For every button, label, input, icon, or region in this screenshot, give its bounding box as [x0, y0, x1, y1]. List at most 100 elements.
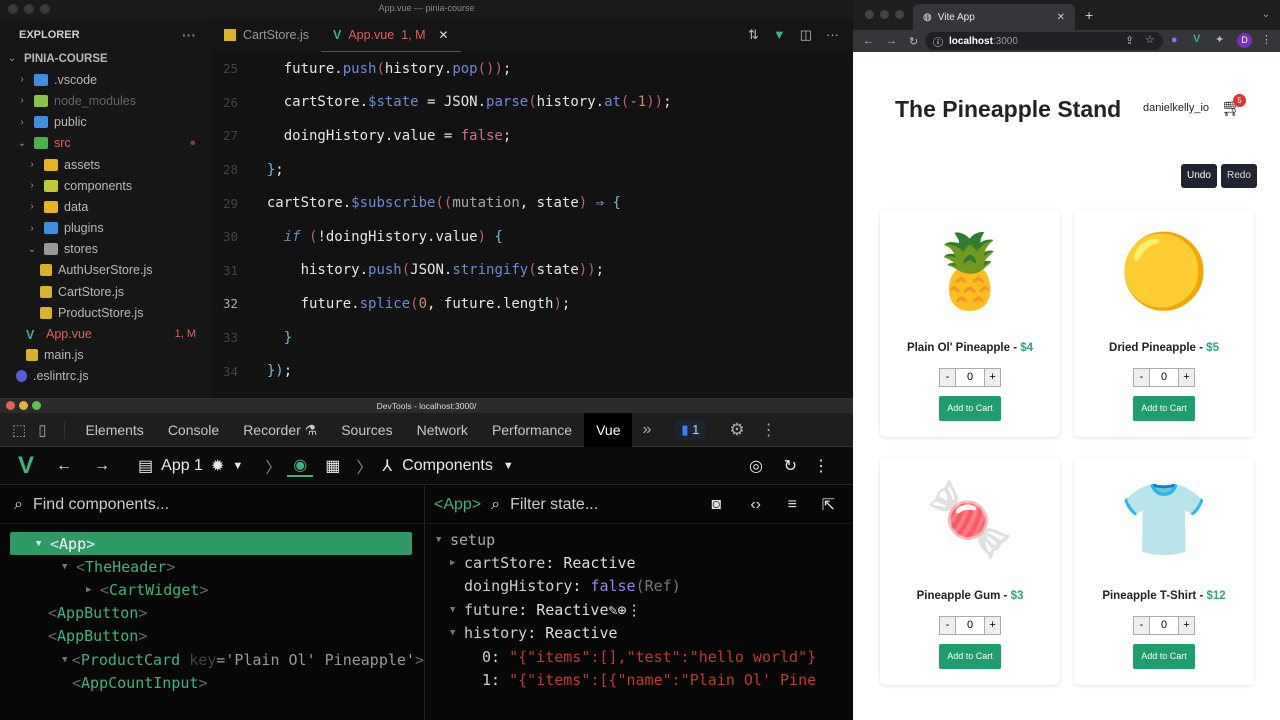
compass-icon[interactable]: ◉ — [287, 455, 314, 477]
browser-menu-icon[interactable]: ⋮ — [1261, 33, 1272, 46]
profile-avatar[interactable]: D — [1237, 33, 1252, 48]
expand-right-icon[interactable]: ▶ — [86, 585, 100, 595]
increment-button[interactable]: + — [1178, 616, 1195, 635]
devtools-tab[interactable]: Network — [405, 413, 480, 447]
component-node[interactable]: ▼ < TheHeader > — [0, 555, 424, 578]
add-to-cart-button[interactable]: Add to Cart — [1133, 644, 1195, 669]
code-line[interactable]: 25 future.push(history.pop()); — [212, 52, 853, 86]
back-arrow-icon[interactable]: ← — [56, 457, 72, 475]
open-external-icon[interactable]: ⇱ — [822, 495, 835, 515]
explorer-item[interactable]: › data — [0, 196, 212, 217]
explorer-item[interactable]: › plugins — [0, 218, 212, 239]
decrement-button[interactable]: - — [939, 368, 956, 387]
explorer-item[interactable]: ⌄ stores — [0, 239, 212, 260]
component-node[interactable]: ▼ < App > — [10, 532, 412, 556]
more-actions-icon[interactable]: ··· — [826, 27, 839, 43]
extension-icon[interactable]: ● — [1171, 34, 1178, 46]
share-icon[interactable]: ⇪ — [1125, 34, 1134, 47]
add-item-icon[interactable]: ⊕ — [618, 601, 627, 619]
code-line[interactable]: 30 if (!doingHistory.value) { — [212, 220, 853, 254]
expand-down-icon[interactable]: ▼ — [62, 562, 76, 572]
decrement-button[interactable]: - — [1133, 368, 1150, 387]
add-to-cart-button[interactable]: Add to Cart — [939, 396, 1001, 421]
inspect-element-icon[interactable]: ⬚ — [0, 421, 34, 439]
more-icon[interactable]: ··· — [182, 27, 196, 43]
quantity-input[interactable]: 0 — [1150, 368, 1178, 387]
collapse-icon[interactable]: ≡ — [788, 496, 797, 514]
kebab-menu-icon[interactable]: ⋮ — [761, 420, 777, 440]
code-line[interactable]: 32 future.splice(0, future.length); — [212, 287, 853, 321]
puzzle-icon[interactable]: ✦ — [1215, 33, 1224, 46]
explorer-item[interactable]: › assets — [0, 154, 212, 175]
reload-icon[interactable]: ↻ — [909, 35, 918, 48]
find-components-input[interactable]: ⌕ Find components... — [0, 486, 424, 524]
project-root[interactable]: ⌄ PINIA-COURSE — [0, 48, 212, 69]
edit-pencil-icon[interactable]: ✎ — [609, 601, 618, 619]
filter-state-bar[interactable]: <App> ⌕ Filter state... ◙ ‹› ≡ ⇱ — [426, 486, 853, 524]
quantity-input[interactable]: 0 — [956, 616, 984, 635]
code-line[interactable]: 29 cartStore.$subscribe((mutation, state… — [212, 186, 853, 220]
explorer-item[interactable]: ⌄ src ● — [0, 133, 212, 154]
close-icon[interactable]: ✕ — [439, 28, 449, 42]
increment-button[interactable]: + — [984, 368, 1001, 387]
history-item[interactable]: 0: "{"items":[],"test":"hello world"} — [436, 645, 853, 668]
explorer-item[interactable]: ProductStore.js — [0, 302, 212, 323]
settings-gear-icon[interactable]: ⚙ — [729, 420, 744, 440]
code-line[interactable]: 33 } — [212, 321, 853, 355]
new-tab-icon[interactable]: + — [1085, 7, 1093, 23]
explorer-item[interactable]: AuthUserStore.js — [0, 260, 212, 281]
code-icon[interactable]: ‹› — [750, 496, 761, 514]
select-component-icon[interactable]: ◎ — [749, 456, 763, 476]
explorer-item[interactable]: .eslintrc.js — [0, 366, 212, 387]
vue-icon[interactable]: ▼ — [773, 27, 786, 43]
back-icon[interactable]: ← — [863, 35, 874, 47]
expand-down-icon[interactable]: ▼ — [36, 539, 50, 549]
refresh-icon[interactable]: ↻ — [784, 456, 797, 476]
increment-button[interactable]: + — [1178, 368, 1195, 387]
bookmark-star-icon[interactable]: ☆ — [1145, 33, 1155, 46]
component-node[interactable]: < AppCountInput > — [0, 671, 424, 694]
explorer-item[interactable]: › public — [0, 112, 212, 133]
device-toggle-icon[interactable]: ▯ — [34, 420, 66, 439]
expand-right-icon[interactable]: ▶ — [450, 558, 464, 568]
decrement-button[interactable]: - — [939, 616, 956, 635]
explorer-item[interactable]: V App.vue 1, M — [0, 323, 212, 344]
code-line[interactable]: 31 history.push(JSON.stringify(state)); — [212, 254, 853, 288]
split-editor-icon[interactable]: ◫ — [800, 27, 812, 43]
redo-button[interactable]: Redo — [1221, 164, 1257, 188]
tab-cartstore[interactable]: CartStore.js — [212, 18, 321, 52]
devtools-tab[interactable]: Sources — [329, 413, 404, 447]
editor[interactable]: CartStore.js V App.vue 1, M ✕ ⇅ ▼ ◫ ··· 25 fut… — [212, 18, 853, 398]
component-node[interactable]: < AppButton > — [0, 625, 424, 648]
devtools-tab[interactable]: Recorder ⚗ — [231, 413, 329, 447]
vue-extension-icon[interactable]: V — [1193, 33, 1200, 45]
history-item[interactable]: 1: "{"items":[{"name":"Plain Ol' Pine — [436, 668, 853, 691]
close-tab-icon[interactable]: ✕ — [1057, 12, 1065, 23]
code-line[interactable]: 27 doingHistory.value = false; — [212, 119, 853, 153]
compare-changes-icon[interactable]: ⇅ — [748, 27, 759, 43]
devtools-tab[interactable]: Vue — [584, 412, 633, 447]
decrement-button[interactable]: - — [1133, 616, 1150, 635]
app-selector[interactable]: ▤ App 1 ✹ ▼ — [138, 456, 243, 476]
more-tabs[interactable]: » — [632, 421, 661, 439]
state-row[interactable]: ▼ future: Reactive ✎ ⊕ ⋮ — [436, 598, 853, 621]
state-row[interactable]: ▼ history: Reactive — [436, 622, 853, 645]
expand-down-icon[interactable]: ▼ — [62, 655, 72, 665]
explorer-item[interactable]: › node_modules — [0, 90, 212, 111]
tab-search-icon[interactable]: ⌄ — [1262, 9, 1270, 20]
add-to-cart-button[interactable]: Add to Cart — [1133, 396, 1195, 421]
code-line[interactable]: 28 }; — [212, 153, 853, 187]
forward-arrow-icon[interactable]: → — [94, 457, 110, 475]
quantity-input[interactable]: 0 — [1150, 616, 1178, 635]
issues-badge[interactable]: ▮ 1 — [675, 419, 706, 440]
eye-icon[interactable]: ◙ — [711, 496, 721, 514]
add-to-cart-button[interactable]: Add to Cart — [939, 644, 1001, 669]
state-row[interactable]: doingHistory: false (Ref) — [436, 575, 853, 598]
explorer-item[interactable]: CartStore.js — [0, 281, 212, 302]
expand-down-icon[interactable]: ▼ — [450, 628, 464, 638]
tab-app-vue[interactable]: V App.vue 1, M ✕ — [321, 18, 461, 52]
more-options-icon[interactable]: ⋮ — [813, 456, 829, 476]
code-line[interactable]: 34 }); — [212, 354, 853, 388]
devtools-tab[interactable]: Console — [156, 413, 231, 447]
section-selector[interactable]: ⅄ Components ▼ — [382, 456, 513, 476]
